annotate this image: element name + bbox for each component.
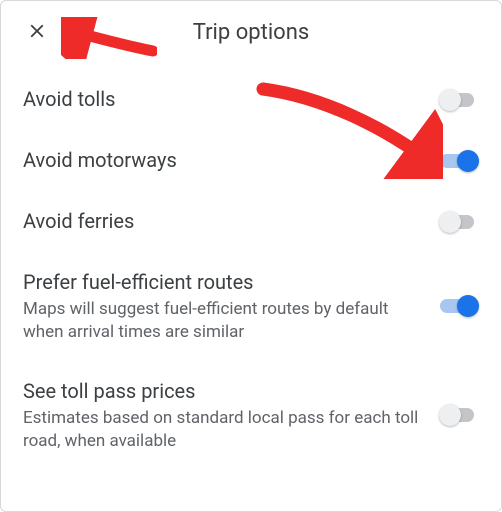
option-avoid-tolls: Avoid tolls xyxy=(23,69,479,130)
option-toll-pass-prices: See toll pass prices Estimates based on … xyxy=(23,361,479,470)
toggle-avoid-tolls[interactable] xyxy=(439,88,479,112)
toggle-toll-pass-prices[interactable] xyxy=(439,403,479,427)
option-description: Maps will suggest fuel-efficient routes … xyxy=(23,298,419,344)
option-avoid-motorways: Avoid motorways xyxy=(23,130,479,191)
toggle-avoid-motorways[interactable] xyxy=(439,149,479,173)
close-button[interactable] xyxy=(19,14,55,50)
header: Trip options xyxy=(1,1,501,63)
option-description: Estimates based on standard local pass f… xyxy=(23,407,419,453)
option-fuel-efficient: Prefer fuel-efficient routes Maps will s… xyxy=(23,252,479,361)
option-avoid-ferries: Avoid ferries xyxy=(23,191,479,252)
option-label: Avoid ferries xyxy=(23,208,419,235)
option-label: Avoid motorways xyxy=(23,147,419,174)
option-label: Prefer fuel-efficient routes xyxy=(23,269,419,296)
option-label: Avoid tolls xyxy=(23,86,419,113)
close-icon xyxy=(26,20,48,45)
toggle-avoid-ferries[interactable] xyxy=(439,210,479,234)
options-list: Avoid tolls Avoid motorways Avoid ferrie… xyxy=(1,63,501,492)
option-label: See toll pass prices xyxy=(23,378,419,405)
page-title: Trip options xyxy=(1,20,501,45)
toggle-fuel-efficient[interactable] xyxy=(439,294,479,318)
